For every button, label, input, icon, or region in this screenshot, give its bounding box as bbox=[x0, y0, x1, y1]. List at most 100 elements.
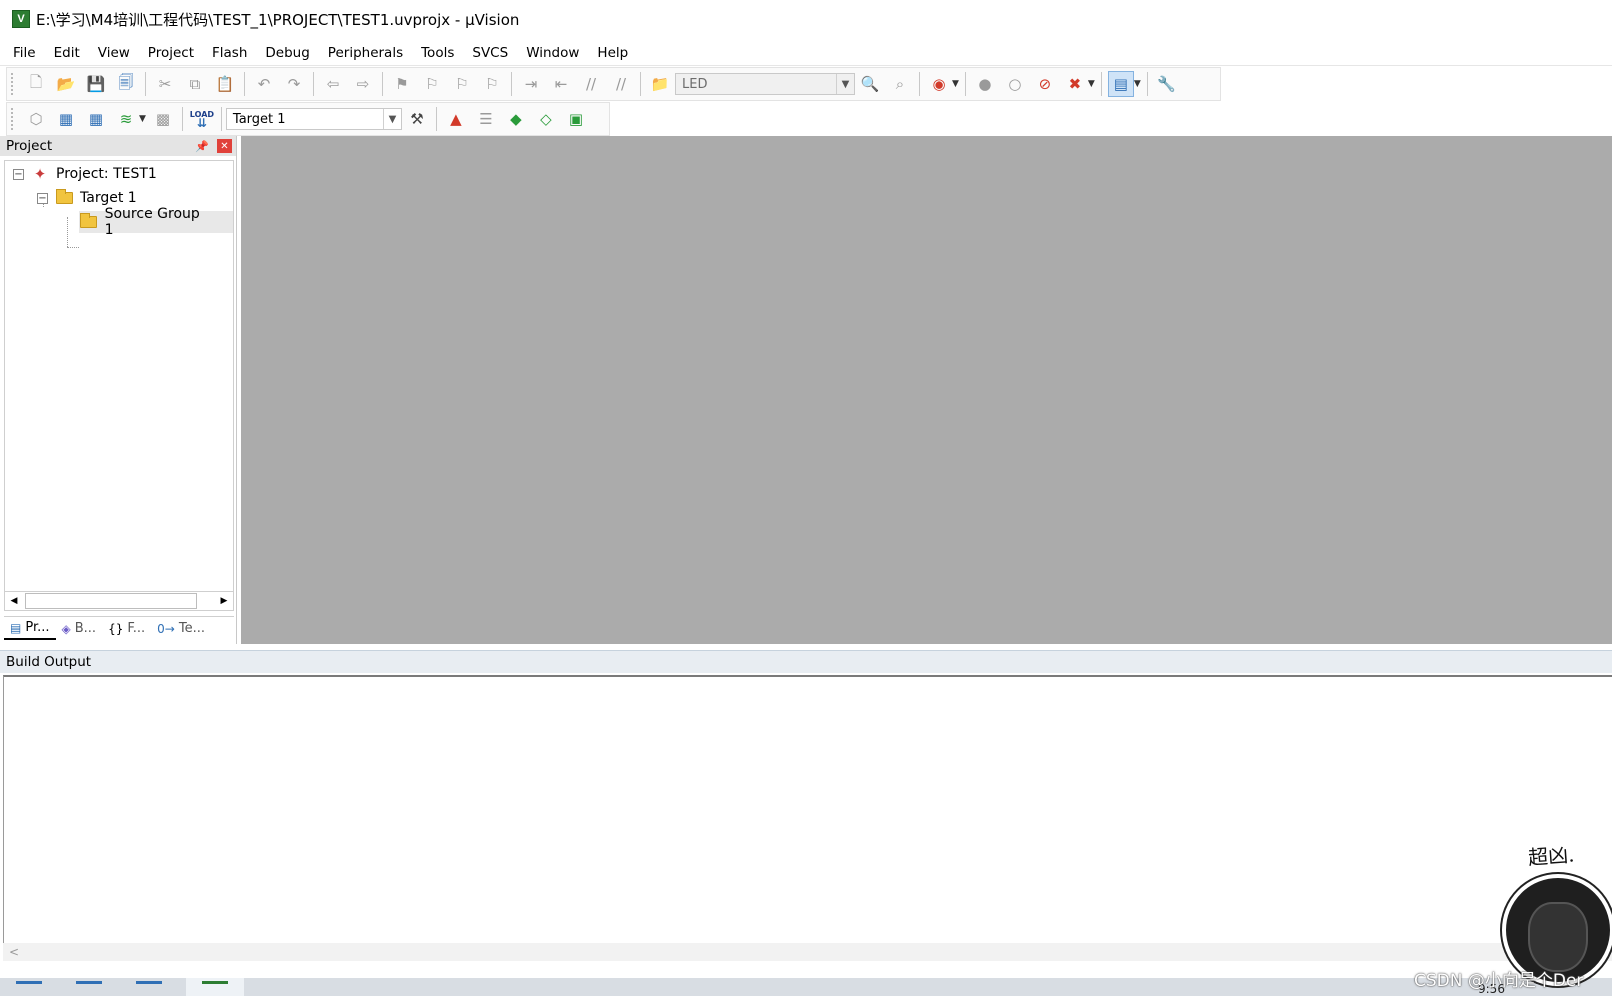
target-combo[interactable]: Target 1 ▼ bbox=[225, 108, 402, 130]
save-icon[interactable]: 💾 bbox=[83, 71, 109, 97]
chevron-down-icon[interactable]: ▼ bbox=[836, 74, 854, 94]
chevron-down-icon[interactable]: ▼ bbox=[1088, 79, 1095, 89]
kill-all-breakpoints-icon[interactable]: ✖ bbox=[1062, 71, 1088, 97]
pin-icon[interactable]: 📌 bbox=[195, 140, 209, 153]
build-output-header: Build Output bbox=[0, 650, 1612, 673]
browser-icon[interactable] bbox=[136, 981, 162, 996]
redo-icon[interactable]: ↷ bbox=[281, 71, 307, 97]
menu-window[interactable]: Window bbox=[517, 45, 588, 61]
rebuild-icon[interactable]: ▦ bbox=[83, 106, 109, 132]
manage-multi-project-icon[interactable]: ☰ bbox=[473, 106, 499, 132]
tab-books[interactable]: ◈ B... bbox=[56, 618, 103, 640]
chevron-down-icon[interactable]: ▼ bbox=[382, 109, 401, 129]
select-software-packs-icon[interactable]: ◇ bbox=[533, 106, 559, 132]
insert-bookmark-icon[interactable]: ⚑ bbox=[389, 71, 415, 97]
chevron-down-icon[interactable]: ▼ bbox=[139, 114, 146, 124]
toolbar-grip[interactable] bbox=[11, 108, 17, 130]
manage-run-time-environment-icon[interactable]: ◆ bbox=[503, 106, 529, 132]
menu-file[interactable]: File bbox=[4, 45, 45, 61]
undo-icon[interactable]: ↶ bbox=[251, 71, 277, 97]
project-tree-horizontal-scrollbar[interactable]: ◀ ▶ bbox=[4, 591, 234, 611]
paste-icon[interactable]: 📋 bbox=[212, 71, 238, 97]
menu-tools[interactable]: Tools bbox=[412, 45, 463, 61]
chevron-down-icon[interactable]: ▼ bbox=[1134, 79, 1141, 89]
handwritten-signature: 超凶. bbox=[1527, 842, 1576, 870]
toolbar-separator bbox=[964, 72, 966, 96]
enable-breakpoint-icon[interactable]: ○ bbox=[1002, 71, 1028, 97]
manage-project-items-icon[interactable]: ▲ bbox=[443, 106, 469, 132]
templates-icon: 0→ bbox=[157, 621, 175, 636]
open-file-icon[interactable]: 📂 bbox=[53, 71, 79, 97]
scroll-right-icon[interactable]: ▶ bbox=[215, 592, 233, 610]
batch-build-icon[interactable]: ≋ bbox=[113, 106, 139, 132]
folder-taskbar-icon[interactable] bbox=[76, 981, 102, 996]
find-in-files-icon[interactable]: 📁 bbox=[647, 71, 673, 97]
build-output-pane[interactable] bbox=[3, 675, 1612, 943]
tree-connector bbox=[67, 247, 79, 248]
file-toolbar: 🗋 📂 💾 🗐 ✂ ⧉ 📋 ↶ ↷ ⇦ ⇨ ⚑ ⚐ ⚐ ⚐ ⇥ ⇤ // // … bbox=[6, 67, 1221, 101]
project-panel-header: Project 📌 ✕ bbox=[0, 136, 236, 156]
new-file-icon[interactable]: 🗋 bbox=[23, 71, 49, 97]
window-title: E:\学习\M4培训\工程代码\TEST_1\PROJECT\TEST1.uvp… bbox=[36, 10, 520, 29]
navigate-forward-icon[interactable]: ⇨ bbox=[350, 71, 376, 97]
tab-functions[interactable]: {} F... bbox=[102, 618, 151, 640]
save-all-icon[interactable]: 🗐 bbox=[113, 71, 139, 97]
panel-header-icons: 📌 ✕ bbox=[195, 139, 232, 153]
tree-item-project[interactable]: − ✦ Project: TEST1 bbox=[13, 163, 157, 185]
window-layout-icon[interactable]: ▤ bbox=[1107, 71, 1134, 97]
chevron-down-icon[interactable]: ▼ bbox=[952, 79, 959, 89]
toolbar-grip[interactable] bbox=[11, 73, 17, 95]
toolbar-separator bbox=[244, 72, 245, 96]
menu-view[interactable]: View bbox=[89, 45, 139, 61]
target-folder-icon bbox=[54, 189, 74, 206]
translate-icon[interactable]: ⬡ bbox=[23, 106, 49, 132]
indent-icon[interactable]: ⇥ bbox=[518, 71, 544, 97]
pack-installer-icon[interactable]: ▣ bbox=[563, 106, 589, 132]
cut-icon[interactable]: ✂ bbox=[152, 71, 178, 97]
uncomment-icon[interactable]: // bbox=[608, 71, 634, 97]
toolbar-separator bbox=[435, 107, 437, 131]
title-bar: V E:\学习\M4培训\工程代码\TEST_1\PROJECT\TEST1.u… bbox=[0, 0, 1612, 38]
tree-item-source-group[interactable]: Source Group 1 bbox=[79, 206, 233, 238]
disable-all-breakpoints-icon[interactable]: ⊘ bbox=[1032, 71, 1058, 97]
navigate-back-icon[interactable]: ⇦ bbox=[320, 71, 346, 97]
menu-project[interactable]: Project bbox=[139, 45, 203, 61]
previous-bookmark-icon[interactable]: ⚐ bbox=[419, 71, 445, 97]
next-bookmark-icon[interactable]: ⚐ bbox=[449, 71, 475, 97]
comment-icon[interactable]: // bbox=[578, 71, 604, 97]
configure-wrench-icon[interactable]: 🔧 bbox=[1154, 71, 1180, 97]
active-task-uvision[interactable] bbox=[186, 978, 244, 996]
options-for-target-icon[interactable]: ⚒ bbox=[404, 106, 430, 132]
stop-build-icon[interactable]: ▩ bbox=[150, 106, 176, 132]
unindent-icon[interactable]: ⇤ bbox=[548, 71, 574, 97]
menu-edit[interactable]: Edit bbox=[45, 45, 89, 61]
editor-area[interactable] bbox=[241, 136, 1612, 644]
download-load-icon[interactable]: LOAD ⇊ bbox=[189, 106, 215, 132]
menu-peripherals[interactable]: Peripherals bbox=[319, 45, 412, 61]
clear-bookmarks-icon[interactable]: ⚐ bbox=[479, 71, 505, 97]
collapse-icon[interactable]: − bbox=[37, 192, 48, 204]
find-combo[interactable]: LED ▼ bbox=[675, 73, 855, 95]
insert-breakpoint-icon[interactable]: ● bbox=[972, 71, 998, 97]
scrollbar-thumb[interactable] bbox=[25, 593, 197, 609]
incremental-find-icon[interactable]: ⌕ bbox=[887, 71, 913, 97]
collapse-icon[interactable]: − bbox=[13, 168, 24, 180]
scroll-left-icon[interactable]: ◀ bbox=[5, 592, 23, 610]
menu-flash[interactable]: Flash bbox=[203, 45, 256, 61]
find-icon[interactable]: 🔍 bbox=[857, 71, 883, 97]
build-output-horizontal-scrollbar[interactable]: < bbox=[3, 943, 1612, 961]
menu-debug[interactable]: Debug bbox=[256, 45, 318, 61]
scroll-left-icon[interactable]: < bbox=[9, 945, 19, 959]
menu-svcs[interactable]: SVCS bbox=[463, 45, 517, 61]
close-icon[interactable]: ✕ bbox=[217, 139, 232, 153]
build-output-title: Build Output bbox=[6, 654, 92, 670]
copy-icon[interactable]: ⧉ bbox=[182, 71, 208, 97]
download-arrow-icon: ⇊ bbox=[196, 116, 207, 130]
debug-session-icon[interactable]: ◉ bbox=[926, 71, 952, 97]
tab-project[interactable]: ▤ Pr... bbox=[4, 618, 56, 640]
toolbar-separator bbox=[1100, 72, 1102, 96]
tab-templates[interactable]: 0→ Te... bbox=[151, 618, 211, 640]
menu-help[interactable]: Help bbox=[588, 45, 637, 61]
home-icon[interactable] bbox=[16, 981, 42, 996]
build-icon[interactable]: ▦ bbox=[53, 106, 79, 132]
